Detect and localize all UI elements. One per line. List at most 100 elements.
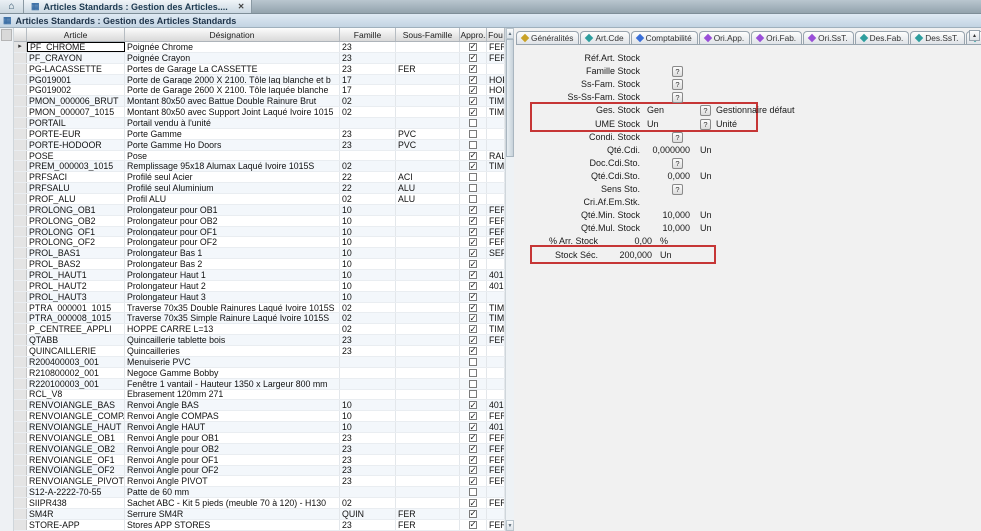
appro-checkbox[interactable] [469, 130, 477, 138]
cell-sous-famille[interactable] [396, 248, 460, 258]
appro-checkbox[interactable] [469, 314, 477, 322]
cell-fournisseur[interactable] [487, 390, 505, 400]
cell-appro[interactable] [460, 64, 487, 74]
row-selector[interactable] [14, 248, 27, 258]
cell-sous-famille[interactable] [396, 390, 460, 400]
cell-fournisseur[interactable]: FER [487, 466, 505, 476]
cell-sous-famille[interactable] [396, 422, 460, 432]
table-row[interactable]: PROLONG_OF1Prolongateur pour OF110FER [14, 227, 505, 238]
cell-famille[interactable]: 10 [340, 411, 396, 421]
cell-article[interactable]: PMON_000007_1015 [27, 107, 125, 117]
cell-article[interactable]: PORTAIL [27, 118, 125, 128]
appro-checkbox[interactable] [469, 304, 477, 312]
cell-sous-famille[interactable]: FER [396, 520, 460, 530]
lookup-button[interactable]: ? [700, 119, 711, 130]
table-row[interactable]: PROL_BAS2Prolongateur Bas 210 [14, 259, 505, 270]
cell-fournisseur[interactable] [487, 64, 505, 74]
header-appro[interactable]: Appro. [460, 28, 487, 41]
cell-appro[interactable] [460, 411, 487, 421]
lookup-button[interactable]: ? [672, 184, 683, 195]
cell-fournisseur[interactable] [487, 183, 505, 193]
row-selector[interactable] [14, 292, 27, 302]
header-selector[interactable] [14, 28, 27, 41]
cell-designation[interactable]: Prolongateur pour OF1 [125, 227, 340, 237]
cell-designation[interactable]: Profil ALU [125, 194, 340, 204]
appro-checkbox[interactable] [469, 466, 477, 474]
cell-fournisseur[interactable] [487, 357, 505, 367]
header-fournisseur[interactable]: Fou [487, 28, 505, 41]
cell-designation[interactable]: Fenêtre 1 vantail - Hauteur 1350 x Large… [125, 379, 340, 389]
appro-checkbox[interactable] [469, 401, 477, 409]
tab-généralités[interactable]: Généralités [516, 31, 579, 44]
row-selector[interactable] [14, 303, 27, 313]
cell-designation[interactable]: Prolongateur Haut 3 [125, 292, 340, 302]
row-selector[interactable] [14, 194, 27, 204]
table-row[interactable]: RENVOIANGLE_OF1Renvoi Angle pour OF123FE… [14, 455, 505, 466]
table-row[interactable]: PROL_HAUT2Prolongateur Haut 210401 [14, 281, 505, 292]
cell-designation[interactable]: Remplissage 95x18 Alumax Laqué Ivoire 10… [125, 161, 340, 171]
appro-checkbox[interactable] [469, 358, 477, 366]
cell-article[interactable]: PF_CHROME [27, 42, 125, 52]
cell-fournisseur[interactable] [487, 259, 505, 269]
appro-checkbox[interactable] [469, 390, 477, 398]
table-row[interactable]: PG019001Porte de Garage 2000 X 2100. Tôl… [14, 75, 505, 86]
cell-article[interactable]: PROLONG_OF1 [27, 227, 125, 237]
lookup-button[interactable]: ? [672, 158, 683, 169]
table-row[interactable]: RENVOIANGLE_OB2Renvoi Angle pour OB223FE… [14, 444, 505, 455]
cell-article[interactable]: RENVOIANGLE_OB2 [27, 444, 125, 454]
cell-article[interactable]: PG-LACASSETTE [27, 64, 125, 74]
cell-fournisseur[interactable] [487, 346, 505, 356]
table-row[interactable]: RENVOIANGLE_COMPASRenvoi Angle COMPAS10F… [14, 411, 505, 422]
field-value[interactable]: 0,00 [572, 235, 652, 248]
cell-designation[interactable]: Traverse 70x35 Double Rainures Laqué Ivo… [125, 303, 340, 313]
cell-famille[interactable]: 17 [340, 85, 396, 95]
appro-checkbox[interactable] [469, 521, 477, 529]
cell-article[interactable]: PROL_HAUT3 [27, 292, 125, 302]
cell-appro[interactable] [460, 205, 487, 215]
row-selector[interactable] [14, 455, 27, 465]
cell-article[interactable]: POSE [27, 151, 125, 161]
cell-famille[interactable]: 22 [340, 172, 396, 182]
appro-checkbox[interactable] [469, 65, 477, 73]
field-value[interactable]: Un [647, 118, 659, 131]
table-row[interactable]: PORTE-EURPorte Gamme23PVC [14, 129, 505, 140]
table-row[interactable]: QTABBQuincaillerie tablette bois23FER [14, 335, 505, 346]
cell-sous-famille[interactable] [396, 216, 460, 226]
cell-designation[interactable]: Porte Gamme Ho Doors [125, 140, 340, 150]
table-row[interactable]: RCL_V8Ebrasement 120mm 271 [14, 390, 505, 401]
cell-sous-famille[interactable] [396, 96, 460, 106]
cell-famille[interactable]: 02 [340, 96, 396, 106]
row-selector[interactable] [14, 216, 27, 226]
cell-fournisseur[interactable]: FER [487, 433, 505, 443]
cell-sous-famille[interactable] [396, 85, 460, 95]
row-selector[interactable] [14, 205, 27, 215]
cell-famille[interactable] [340, 118, 396, 128]
cell-famille[interactable]: 02 [340, 161, 396, 171]
cell-designation[interactable]: Quincaillerie tablette bois [125, 335, 340, 345]
cell-designation[interactable]: Sachet ABC - Kit 5 pieds (meuble 70 à 12… [125, 498, 340, 508]
row-selector[interactable] [14, 509, 27, 519]
appro-checkbox[interactable] [469, 217, 477, 225]
row-selector[interactable] [14, 227, 27, 237]
appro-checkbox[interactable] [469, 445, 477, 453]
cell-fournisseur[interactable] [487, 129, 505, 139]
row-selector[interactable] [14, 324, 27, 334]
cell-designation[interactable]: Negoce Gamme Bobby [125, 368, 340, 378]
cell-designation[interactable]: Prolongateur pour OB2 [125, 216, 340, 226]
cell-sous-famille[interactable] [396, 205, 460, 215]
cell-fournisseur[interactable]: FER [487, 498, 505, 508]
row-selector[interactable] [14, 335, 27, 345]
cell-designation[interactable]: Stores APP STORES [125, 520, 340, 530]
row-selector[interactable] [14, 379, 27, 389]
cell-appro[interactable] [460, 313, 487, 323]
row-selector[interactable] [14, 498, 27, 508]
cell-sous-famille[interactable] [396, 411, 460, 421]
cell-fournisseur[interactable]: TIM [487, 313, 505, 323]
cell-famille[interactable]: 17 [340, 75, 396, 85]
cell-designation[interactable]: Prolongateur Bas 2 [125, 259, 340, 269]
tab-ori-fab-[interactable]: Ori.Fab. [751, 31, 802, 44]
cell-famille[interactable]: 10 [340, 292, 396, 302]
row-selector[interactable] [14, 281, 27, 291]
cell-designation[interactable]: Renvoi Angle pour OB2 [125, 444, 340, 454]
cell-appro[interactable] [460, 292, 487, 302]
